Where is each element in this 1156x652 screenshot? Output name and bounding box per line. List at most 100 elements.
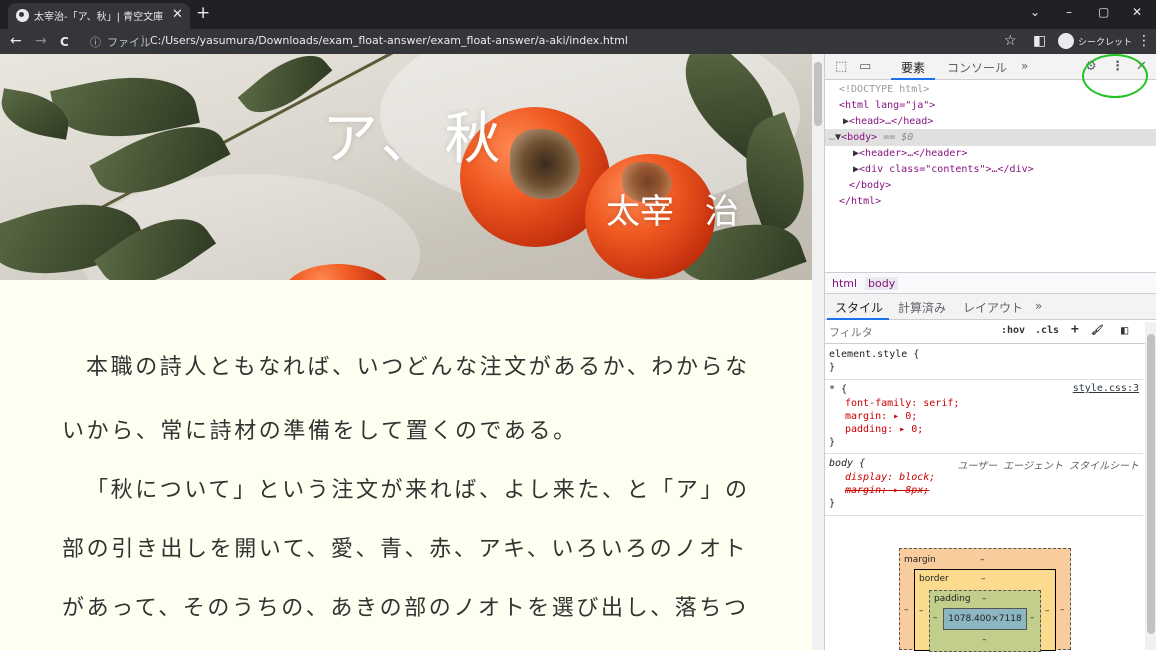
tab-title: 太宰治-「ア、秋」| 青空文庫 xyxy=(34,12,164,23)
dom-selected-marker: == $0 xyxy=(883,132,914,143)
page-title: ア、秋 xyxy=(322,107,509,172)
tab-styles[interactable]: スタイル xyxy=(835,299,883,316)
rule-close: } xyxy=(829,362,836,373)
device-toolbar-icon[interactable]: ▭ xyxy=(859,59,871,74)
reload-icon[interactable]: C xyxy=(60,34,69,50)
box-model-value: – xyxy=(933,613,938,623)
breadcrumb-html[interactable]: html xyxy=(832,277,857,290)
selector-element-style[interactable]: element.style { xyxy=(829,348,919,361)
paragraph-line: 「秋について」という注文が来れば、よし来た、と「ア」の xyxy=(86,478,750,503)
tab-search-icon[interactable]: ⌄ xyxy=(1030,5,1040,19)
incognito-icon[interactable] xyxy=(1058,33,1074,49)
stylesheet-link[interactable]: style.css:3 xyxy=(1073,383,1139,394)
side-panel-icon[interactable]: ◧ xyxy=(1033,33,1046,49)
hover-state-button[interactable]: :hov xyxy=(1001,325,1025,336)
page-scrollbar[interactable] xyxy=(812,54,824,650)
box-model-margin[interactable]: margin – – – border – – – padding – – – … xyxy=(899,548,1071,652)
styles-filter-input[interactable] xyxy=(829,324,989,340)
url-separator: | xyxy=(141,33,145,46)
box-model-value: – xyxy=(1030,613,1035,623)
user-agent-stylesheet-label: ユーザー エージェント スタイルシート xyxy=(957,461,1139,472)
styles-filter-row: :hov .cls + 🖌 ◧ xyxy=(825,320,1156,344)
rule-close: } xyxy=(829,437,836,448)
rule-body-ua: body { ユーザー エージェント スタイルシート display: bloc… xyxy=(825,454,1143,516)
breadcrumb: html body xyxy=(825,272,1156,294)
title-bar: 太宰治-「ア、秋」| 青空文庫 ✕ + ⌄ – ▢ ✕ xyxy=(0,0,1156,29)
new-tab-button[interactable]: + xyxy=(196,4,210,22)
styles-scrollbar-thumb[interactable] xyxy=(1147,334,1155,634)
close-window-button[interactable]: ✕ xyxy=(1132,5,1142,19)
address-bar[interactable]: C:/Users/yasumura/Downloads/exam_float-a… xyxy=(150,34,628,47)
dom-html-close[interactable]: </html> xyxy=(839,195,881,209)
box-model-value: – xyxy=(982,594,987,604)
dom-body-close[interactable]: </body> xyxy=(849,179,891,193)
site-info-icon[interactable]: ⓘ xyxy=(90,34,101,50)
dom-html-open[interactable]: <html lang="ja"> xyxy=(839,99,935,113)
paint-brush-icon[interactable]: 🖌 xyxy=(1091,325,1104,336)
paragraph-line: があって、そのうちの、あきの部のノオトを選び出し、落ちつ xyxy=(62,596,749,621)
browser-menu-icon[interactable]: ⋮ xyxy=(1137,33,1151,49)
rule-close: } xyxy=(829,498,836,509)
box-model-value: – xyxy=(1045,606,1050,616)
paragraph-line: 部の引き出しを開いて、愛、青、赤、アキ、いろいろのノオト xyxy=(62,537,749,562)
box-model-value: – xyxy=(919,606,924,616)
dom-header[interactable]: <header>…</header> xyxy=(859,148,967,159)
more-subtabs-icon[interactable]: » xyxy=(1035,299,1042,313)
box-model-value: – xyxy=(981,574,986,584)
header-image: ア、秋 太宰 治 xyxy=(0,54,812,280)
box-model-margin-label: margin xyxy=(904,555,936,565)
styles-subtabs: スタイル 計算済み レイアウト » xyxy=(825,294,1156,320)
prop-font-family[interactable]: font-family: serif; xyxy=(845,397,959,410)
breadcrumb-body[interactable]: body xyxy=(865,277,899,290)
more-tabs-icon[interactable]: » xyxy=(1021,59,1028,73)
globe-icon xyxy=(16,9,29,22)
browser-toolbar: ← → C ⓘ ファイル | C:/Users/yasumura/Downloa… xyxy=(0,29,1156,54)
box-model-border[interactable]: border – – – padding – – – – 1078.400×71… xyxy=(914,569,1056,652)
box-model-padding-label: padding xyxy=(934,594,971,604)
page-author: 太宰 治 xyxy=(606,192,739,232)
paragraph-line: 本職の詩人ともなれば、いつどんな注文があるか、わからな xyxy=(86,355,750,380)
styles-scrollbar[interactable] xyxy=(1145,322,1156,650)
dom-body-open[interactable]: <body> xyxy=(841,132,877,143)
box-model-value: – xyxy=(904,605,909,615)
devtools-panel: ⬚ ▭ 要素 コンソール » ⚙ ⋮ ✕ <!DOCTYPE html> <ht… xyxy=(824,54,1156,652)
page-viewport: ア、秋 太宰 治 本職の詩人ともなれば、いつどんな注文があるか、わからな いから… xyxy=(0,54,812,650)
dom-doctype[interactable]: <!DOCTYPE html> xyxy=(839,83,929,97)
rule-universal: * { style.css:3 font-family: serif; marg… xyxy=(825,380,1143,454)
tab-computed[interactable]: 計算済み xyxy=(898,299,946,316)
active-tab-indicator xyxy=(891,78,935,80)
prop-padding[interactable]: padding: ▸ 0; xyxy=(845,423,923,436)
selector-body[interactable]: body { xyxy=(829,457,865,470)
class-toggle-button[interactable]: .cls xyxy=(1035,325,1059,336)
browser-tab[interactable]: 太宰治-「ア、秋」| 青空文庫 ✕ xyxy=(8,3,190,29)
dom-div-contents[interactable]: <div class="contents">…</div> xyxy=(859,164,1034,175)
box-model-padding[interactable]: padding – – – – 1078.400×7118 xyxy=(929,590,1041,652)
dom-head[interactable]: <head>…</head> xyxy=(849,116,933,127)
highlight-circle-annotation xyxy=(1082,54,1148,98)
paragraph-line: いから、常に詩材の準備をして置くのである。 xyxy=(62,419,578,444)
tab-close-icon[interactable]: ✕ xyxy=(172,6,183,24)
back-icon[interactable]: ← xyxy=(10,33,22,49)
box-model-border-label: border xyxy=(919,574,949,584)
incognito-label: シークレット xyxy=(1078,38,1133,48)
box-model-content[interactable]: 1078.400×7118 xyxy=(943,608,1027,630)
rule-element-style: element.style { } xyxy=(825,344,1143,380)
minimize-button[interactable]: – xyxy=(1066,5,1072,19)
prop-display[interactable]: display: block; xyxy=(845,471,935,484)
box-model-value: – xyxy=(1060,605,1065,615)
prop-margin[interactable]: margin: ▸ 0; xyxy=(845,410,917,423)
add-rule-icon[interactable]: + xyxy=(1071,322,1079,337)
box-model-value: – xyxy=(980,555,985,565)
tab-elements[interactable]: 要素 xyxy=(901,59,925,76)
inspect-element-icon[interactable]: ⬚ xyxy=(835,59,847,74)
box-model-value: – xyxy=(982,635,987,645)
selector-universal[interactable]: * { xyxy=(829,383,847,396)
page-scrollbar-thumb[interactable] xyxy=(814,62,822,126)
forward-icon[interactable]: → xyxy=(35,33,47,49)
prop-margin-overridden[interactable]: margin: ▸ 8px; xyxy=(845,484,929,497)
tab-console[interactable]: コンソール xyxy=(947,59,1007,76)
bookmark-star-icon[interactable]: ☆ xyxy=(1004,33,1017,49)
computed-sidebar-icon[interactable]: ◧ xyxy=(1121,323,1128,337)
maximize-button[interactable]: ▢ xyxy=(1098,5,1109,19)
tab-layout[interactable]: レイアウト xyxy=(963,299,1023,316)
